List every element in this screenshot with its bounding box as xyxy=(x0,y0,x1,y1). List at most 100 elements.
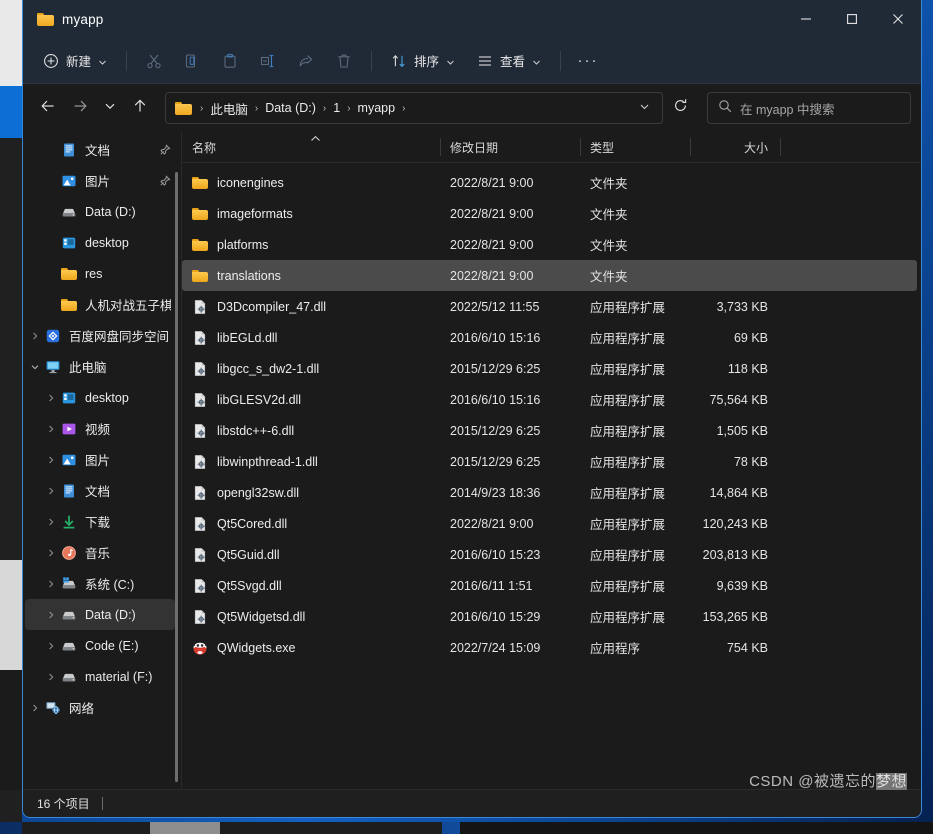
sidebar-item-音乐[interactable]: 音乐 xyxy=(25,537,175,568)
chevron-right-icon[interactable] xyxy=(41,393,61,403)
table-row[interactable]: libGLESV2d.dll 2016/6/10 15:16 应用程序扩展 75,56… xyxy=(182,384,917,415)
file-name-label: Qt5Guid.dll xyxy=(217,547,280,562)
chevron-right-icon[interactable] xyxy=(41,424,61,434)
minimize-button[interactable] xyxy=(783,0,829,38)
table-row[interactable]: Qt5Svgd.dll 2016/6/11 1:51 应用程序扩展 9,639 KB xyxy=(182,570,917,601)
sidebar-item-material (F:)[interactable]: material (F:) xyxy=(25,661,175,692)
sidebar-item-文档[interactable]: 文档 xyxy=(25,475,175,506)
table-row[interactable]: imageformats 2022/8/21 9:00 文件夹 xyxy=(182,198,917,229)
sidebar-item-视频[interactable]: 视频 xyxy=(25,413,175,444)
ellipsis-icon: ··· xyxy=(577,52,599,69)
maximize-button[interactable] xyxy=(829,0,875,38)
sidebar-item-label: 视频 xyxy=(85,423,111,437)
chevron-right-icon[interactable] xyxy=(41,548,61,558)
chevron-right-icon[interactable] xyxy=(41,486,61,496)
more-options-button[interactable]: ··· xyxy=(570,45,606,77)
chevron-right-icon[interactable] xyxy=(41,610,61,620)
chevron-right-icon[interactable] xyxy=(25,703,45,713)
search-placeholder: 在 myapp 中搜索 xyxy=(740,102,835,117)
back-button[interactable] xyxy=(33,93,63,123)
sidebar-item-文档[interactable]: 文档 xyxy=(25,134,175,165)
chevron-right-icon[interactable] xyxy=(41,672,61,682)
window-controls xyxy=(783,0,921,38)
recent-locations-button[interactable] xyxy=(97,93,123,123)
chevron-right-icon[interactable] xyxy=(41,641,61,651)
sidebar-item-desktop[interactable]: desktop xyxy=(25,382,175,413)
window-tab-myapp[interactable]: myapp xyxy=(37,12,104,27)
column-header-date[interactable]: 修改日期 xyxy=(440,132,580,162)
table-row[interactable]: libwinpthread-1.dll 2015/12/29 6:25 应用程序扩展… xyxy=(182,446,917,477)
chevron-right-icon[interactable] xyxy=(25,331,45,341)
sidebar-item-下载[interactable]: 下载 xyxy=(25,506,175,537)
sidebar-item-人机对战五子棋[interactable]: 人机对战五子棋 xyxy=(25,289,175,320)
table-row[interactable]: Qt5Guid.dll 2016/6/10 15:23 应用程序扩展 203,813 … xyxy=(182,539,917,570)
file-name-label: D3Dcompiler_47.dll xyxy=(217,299,327,314)
share-button[interactable] xyxy=(288,45,324,77)
file-type-cell: 应用程序 xyxy=(590,642,641,656)
chevron-right-icon[interactable] xyxy=(41,579,61,589)
column-header-size[interactable]: 大小 xyxy=(690,132,780,162)
sidebar-item-此电脑[interactable]: 此电脑 xyxy=(25,351,175,382)
copy-button[interactable] xyxy=(174,45,210,77)
breadcrumb-dropdown-icon[interactable] xyxy=(631,101,658,115)
file-type-cell: 文件夹 xyxy=(590,239,628,253)
table-row[interactable]: opengl32sw.dll 2014/9/23 18:36 应用程序扩展 14,86… xyxy=(182,477,917,508)
sidebar-item-label: Data (D:) xyxy=(85,607,136,622)
file-size-cell: 203,813 KB xyxy=(702,547,768,562)
column-header-type[interactable]: 类型 xyxy=(580,132,690,162)
sidebar-item-res[interactable]: res xyxy=(25,258,175,289)
sidebar-item-desktop[interactable]: desktop xyxy=(25,227,175,258)
pin-icon[interactable] xyxy=(159,174,171,187)
table-row[interactable]: platforms 2022/8/21 9:00 文件夹 xyxy=(182,229,917,260)
sidebar-item-Code (E:)[interactable]: Code (E:) xyxy=(25,630,175,661)
chevron-right-icon[interactable] xyxy=(41,455,61,465)
column-header-name[interactable]: 名称 xyxy=(182,132,440,162)
forward-button[interactable] xyxy=(65,93,95,123)
pin-icon[interactable] xyxy=(159,143,171,156)
sidebar-item-百度网盘同步空间[interactable]: 百度网盘同步空间 xyxy=(25,320,175,351)
navigation-pane[interactable]: 文档 图片 Data (D:) desktop res 人机对战五子棋 百度网盘同步空间 此电… xyxy=(23,132,181,789)
paste-button[interactable] xyxy=(212,45,248,77)
table-row[interactable]: libEGLd.dll 2016/6/10 15:16 应用程序扩展 69 KB xyxy=(182,322,917,353)
sort-button[interactable]: 排序 xyxy=(381,45,465,77)
table-row[interactable]: iconengines 2022/8/21 9:00 文件夹 xyxy=(182,167,917,198)
delete-button[interactable] xyxy=(326,45,362,77)
chevron-down-icon[interactable] xyxy=(25,362,45,372)
breadcrumb-item-1[interactable]: Data (D:) xyxy=(260,99,321,117)
breadcrumb[interactable]: › 此电脑 › Data (D:) › 1 › myapp › xyxy=(165,92,663,124)
folder-icon xyxy=(192,206,208,222)
toolbar-divider xyxy=(126,50,128,71)
sidebar-item-网络[interactable]: 网络 xyxy=(25,692,175,723)
share-icon xyxy=(298,53,314,69)
up-button[interactable] xyxy=(125,93,155,123)
sidebar-item-Data (D:)[interactable]: Data (D:) xyxy=(25,196,175,227)
breadcrumb-item-2[interactable]: 1 xyxy=(328,99,345,117)
table-row[interactable]: QWidgets.exe 2022/7/24 15:09 应用程序 754 KB xyxy=(182,632,917,663)
search-input[interactable]: 在 myapp 中搜索 xyxy=(707,92,911,124)
refresh-button[interactable] xyxy=(665,93,695,123)
background-window-left xyxy=(0,0,22,834)
file-date-cell: 2016/6/10 15:23 xyxy=(450,547,541,562)
table-row[interactable]: Qt5Widgetsd.dll 2016/6/10 15:29 应用程序扩展 153,… xyxy=(182,601,917,632)
navigation-scrollbar[interactable] xyxy=(175,172,178,782)
sidebar-item-系统 (C:)[interactable]: 系统 (C:) xyxy=(25,568,175,599)
cut-button[interactable] xyxy=(136,45,172,77)
table-row[interactable]: Qt5Cored.dll 2022/8/21 9:00 应用程序扩展 120,243 … xyxy=(182,508,917,539)
table-row[interactable]: libgcc_s_dw2-1.dll 2015/12/29 6:25 应用程序扩展 1… xyxy=(182,353,917,384)
breadcrumb-item-0[interactable]: 此电脑 xyxy=(205,97,253,120)
table-row[interactable]: libstdc++-6.dll 2015/12/29 6:25 应用程序扩展 1,50… xyxy=(182,415,917,446)
chevron-right-icon[interactable] xyxy=(41,517,61,527)
title-bar: myapp xyxy=(23,0,921,38)
breadcrumb-item-3[interactable]: myapp xyxy=(353,99,401,117)
file-list[interactable]: iconengines 2022/8/21 9:00 文件夹 imageformats… xyxy=(182,163,921,789)
sidebar-item-图片[interactable]: 图片 xyxy=(25,165,175,196)
view-button[interactable]: 查看 xyxy=(467,45,551,77)
close-button[interactable] xyxy=(875,0,921,38)
table-row[interactable]: translations 2022/8/21 9:00 文件夹 xyxy=(182,260,917,291)
sidebar-item-图片[interactable]: 图片 xyxy=(25,444,175,475)
new-button[interactable]: 新建 xyxy=(33,45,117,77)
sidebar-item-Data (D:)[interactable]: Data (D:) xyxy=(25,599,175,630)
rename-button[interactable] xyxy=(250,45,286,77)
table-row[interactable]: D3Dcompiler_47.dll 2022/5/12 11:55 应用程序扩展 3… xyxy=(182,291,917,322)
breadcrumb-separator: › xyxy=(322,102,327,114)
